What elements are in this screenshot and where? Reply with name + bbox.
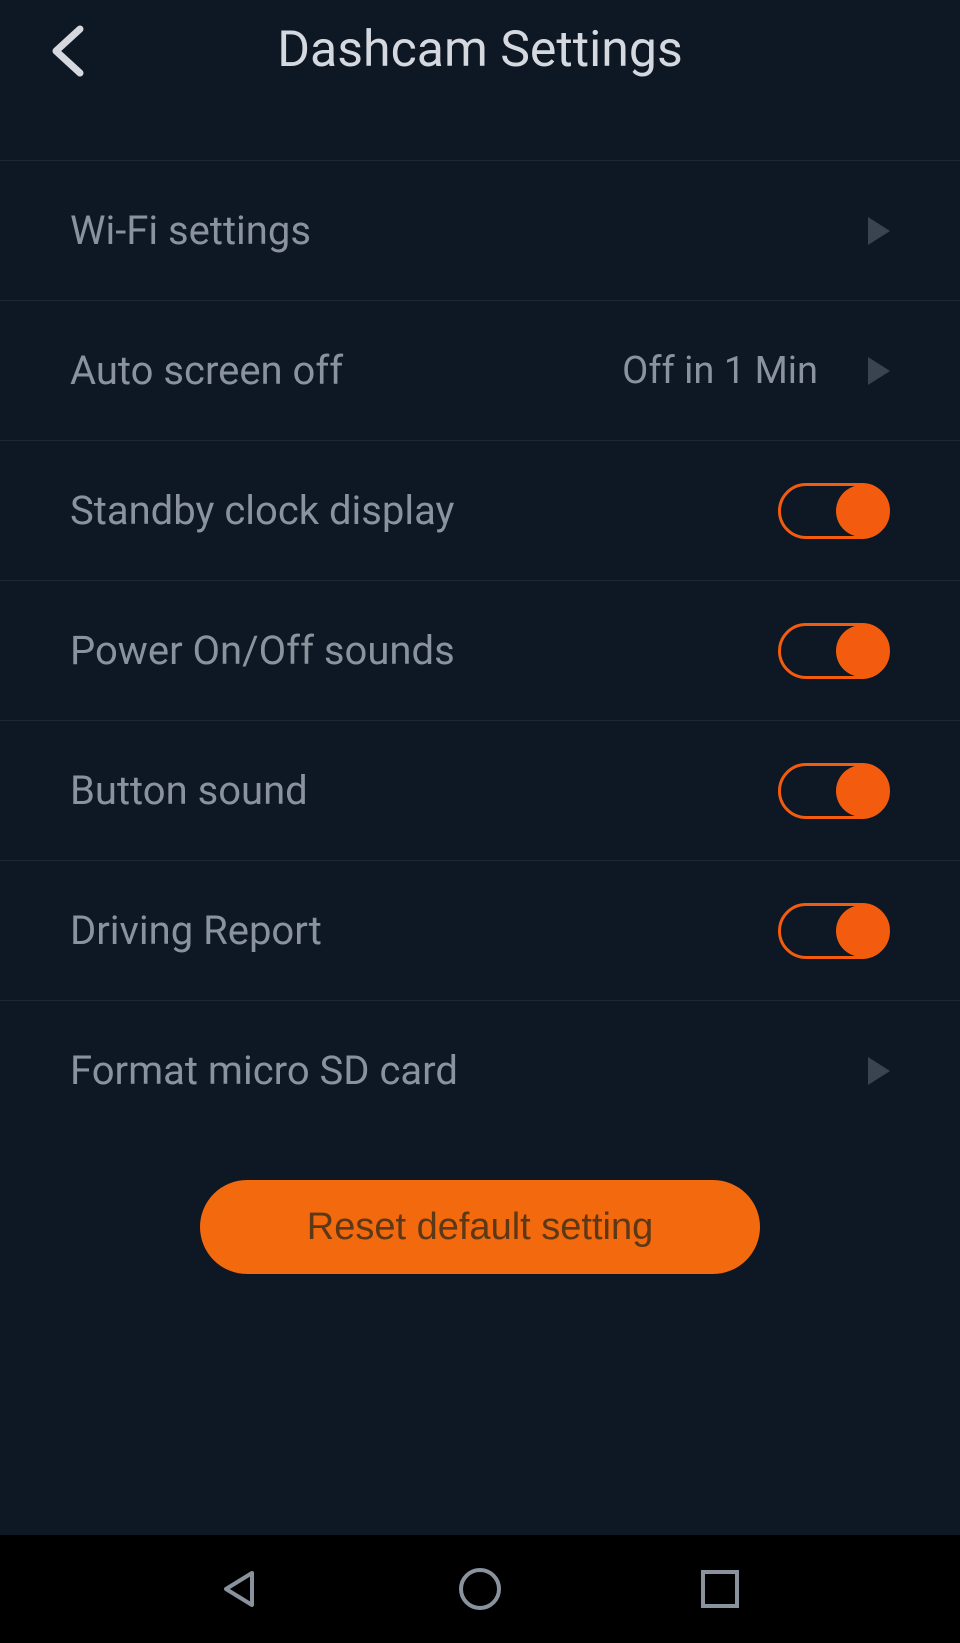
setting-label: Button sound: [70, 767, 778, 814]
reset-button-label: Reset default setting: [307, 1206, 653, 1249]
toggle-knob: [836, 625, 888, 677]
setting-wifi[interactable]: Wi-Fi settings: [0, 160, 960, 300]
page-title: Dashcam Settings: [40, 21, 920, 79]
setting-label: Auto screen off: [70, 347, 622, 394]
header: Dashcam Settings: [0, 0, 960, 160]
setting-label: Standby clock display: [70, 487, 778, 534]
toggle-driving-report[interactable]: [778, 903, 890, 959]
chevron-right-icon: [868, 357, 890, 385]
setting-label: Wi-Fi settings: [70, 207, 868, 254]
setting-power-sounds[interactable]: Power On/Off sounds: [0, 580, 960, 720]
setting-driving-report[interactable]: Driving Report: [0, 860, 960, 1000]
toggle-knob: [836, 485, 888, 537]
setting-value: Off in 1 Min: [622, 349, 818, 393]
nav-recents-button[interactable]: [690, 1559, 750, 1619]
chevron-left-icon: [48, 25, 88, 77]
nav-home-button[interactable]: [450, 1559, 510, 1619]
toggle-knob: [836, 765, 888, 817]
setting-auto-screen-off[interactable]: Auto screen off Off in 1 Min: [0, 300, 960, 440]
nav-back-button[interactable]: [210, 1559, 270, 1619]
settings-list: Wi-Fi settings Auto screen off Off in 1 …: [0, 160, 960, 1140]
setting-format-sd[interactable]: Format micro SD card: [0, 1000, 960, 1140]
circle-home-icon: [457, 1566, 503, 1612]
setting-label: Driving Report: [70, 907, 778, 954]
toggle-power-sounds[interactable]: [778, 623, 890, 679]
square-recents-icon: [699, 1568, 741, 1610]
setting-label: Power On/Off sounds: [70, 627, 778, 674]
chevron-right-icon: [868, 217, 890, 245]
toggle-button-sound[interactable]: [778, 763, 890, 819]
setting-standby-clock[interactable]: Standby clock display: [0, 440, 960, 580]
setting-label: Format micro SD card: [70, 1047, 868, 1094]
reset-button-container: Reset default setting: [0, 1140, 960, 1304]
toggle-standby-clock[interactable]: [778, 483, 890, 539]
toggle-knob: [836, 905, 888, 957]
triangle-back-icon: [218, 1567, 262, 1611]
back-button[interactable]: [48, 25, 88, 81]
chevron-right-icon: [868, 1057, 890, 1085]
reset-button[interactable]: Reset default setting: [200, 1180, 760, 1274]
spacer: [0, 1304, 960, 1535]
setting-button-sound[interactable]: Button sound: [0, 720, 960, 860]
android-nav-bar: [0, 1535, 960, 1643]
